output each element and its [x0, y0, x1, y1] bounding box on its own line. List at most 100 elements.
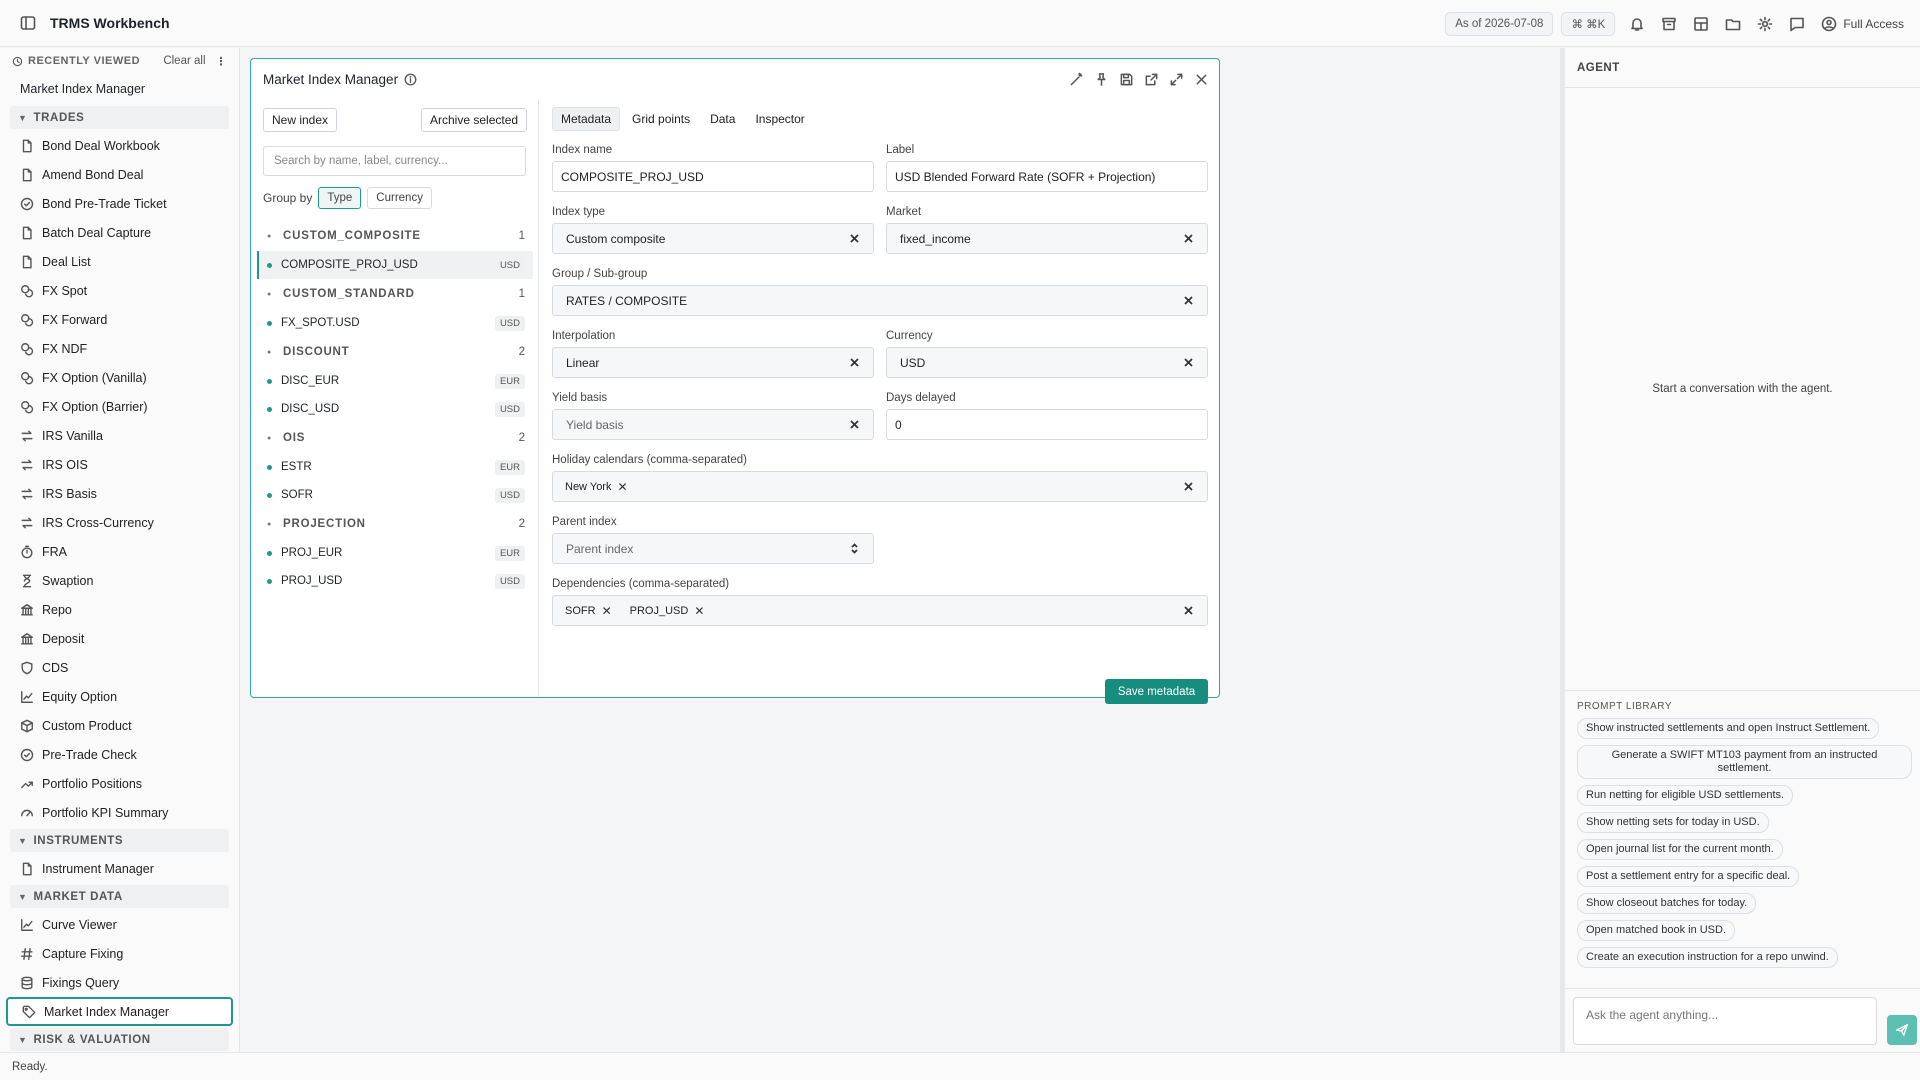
days-delayed-field[interactable]: 0: [886, 409, 1208, 440]
more-options-icon[interactable]: ⋮: [216, 55, 228, 68]
chat-icon[interactable]: [1781, 16, 1813, 32]
tab-inspector[interactable]: Inspector: [747, 107, 812, 131]
sidebar-item-repo[interactable]: Repo: [0, 595, 239, 624]
prompt-chip[interactable]: Show closeout batches for today.: [1577, 893, 1757, 914]
tab-grid-points[interactable]: Grid points: [624, 107, 698, 131]
layout-icon[interactable]: [1685, 16, 1717, 32]
expand-icon[interactable]: [1169, 72, 1184, 87]
sidebar-item-cds[interactable]: CDS: [0, 653, 239, 682]
section-instruments[interactable]: ▼ INSTRUMENTS: [10, 829, 229, 852]
sidebar-item-fra[interactable]: FRA: [0, 537, 239, 566]
index-row[interactable]: DISC_EUR EUR: [257, 367, 533, 395]
parent-index-select[interactable]: Parent index: [552, 533, 874, 564]
sidebar-item-amend-bond-deal[interactable]: Amend Bond Deal: [0, 160, 239, 189]
sidebar-item-batch-deal-capture[interactable]: Batch Deal Capture: [0, 218, 239, 247]
index-group-custom-composite[interactable]: ● CUSTOM_COMPOSITE 1: [257, 221, 533, 251]
index-group-ois[interactable]: ● OIS 2: [257, 423, 533, 453]
label-field[interactable]: USD Blended Forward Rate (SOFR + Project…: [886, 161, 1208, 192]
magic-wand-icon[interactable]: [1069, 72, 1084, 87]
search-input[interactable]: Search by name, label, currency...: [263, 146, 526, 176]
index-row[interactable]: SOFR USD: [257, 481, 533, 509]
sidebar-item-fixings-query[interactable]: Fixings Query: [0, 968, 239, 997]
index-group-projection[interactable]: ● PROJECTION 2: [257, 509, 533, 539]
holiday-calendars-field[interactable]: New York ✕: [552, 471, 1208, 502]
index-row[interactable]: ESTR EUR: [257, 453, 533, 481]
sidebar-item-deal-list[interactable]: Deal List: [0, 247, 239, 276]
index-name-field[interactable]: COMPOSITE_PROJ_USD: [552, 161, 874, 192]
sidebar-item-fx-option-barrier[interactable]: FX Option (Barrier): [0, 392, 239, 421]
sidebar-item-bond-deal-workbook[interactable]: Bond Deal Workbook: [0, 131, 239, 160]
clear-icon[interactable]: [1182, 232, 1195, 245]
index-type-select[interactable]: Custom composite: [552, 223, 874, 254]
index-group-discount[interactable]: ● DISCOUNT 2: [257, 337, 533, 367]
prompt-chip[interactable]: Run netting for eligible USD settlements…: [1577, 785, 1794, 806]
sidebar-item-fx-ndf[interactable]: FX NDF: [0, 334, 239, 363]
clear-icon[interactable]: [1182, 356, 1195, 369]
gear-icon[interactable]: [1749, 16, 1781, 32]
sidebar-item-irs-cross-currency[interactable]: IRS Cross-Currency: [0, 508, 239, 537]
as-of-date-button[interactable]: As of 2026-07-08: [1445, 11, 1554, 36]
archive-selected-button[interactable]: Archive selected: [421, 108, 528, 132]
prompt-chip[interactable]: Open matched book in USD.: [1577, 920, 1736, 941]
section-risk-valuation[interactable]: ▼ RISK & VALUATION: [10, 1028, 229, 1051]
prompt-chip[interactable]: Create an execution instruction for a re…: [1577, 947, 1838, 968]
yield-basis-select[interactable]: Yield basis: [552, 409, 874, 440]
group-by-currency-toggle[interactable]: Currency: [367, 187, 432, 209]
sidebar-item-capture-fixing[interactable]: Capture Fixing: [0, 939, 239, 968]
sidebar-item-market-index-manager[interactable]: Market Index Manager: [6, 997, 233, 1026]
section-market-data[interactable]: ▼ MARKET DATA: [10, 885, 229, 908]
command-palette-button[interactable]: ⌘ ⌘K: [1561, 11, 1616, 36]
close-icon[interactable]: [1194, 72, 1209, 87]
sidebar-toggle-icon[interactable]: [20, 15, 36, 31]
sidebar-item-equity-option[interactable]: Equity Option: [0, 682, 239, 711]
clear-icon[interactable]: [1182, 294, 1195, 307]
sidebar-item-irs-basis[interactable]: IRS Basis: [0, 479, 239, 508]
remove-tag-icon[interactable]: ✕: [617, 480, 627, 494]
bell-icon[interactable]: [1621, 16, 1653, 32]
index-row[interactable]: FX_SPOT.USD USD: [257, 309, 533, 337]
sidebar-item-custom-product[interactable]: Custom Product: [0, 711, 239, 740]
clear-all-button[interactable]: Clear all: [163, 55, 205, 67]
sidebar-item-fx-forward[interactable]: FX Forward: [0, 305, 239, 334]
prompt-chip[interactable]: Open journal list for the current month.: [1577, 839, 1783, 860]
send-button[interactable]: [1887, 1015, 1917, 1045]
save-icon[interactable]: [1119, 72, 1134, 87]
recent-item[interactable]: Market Index Manager: [0, 74, 239, 104]
sidebar-item-irs-ois[interactable]: IRS OIS: [0, 450, 239, 479]
prompt-chip[interactable]: Post a settlement entry for a specific d…: [1577, 866, 1800, 887]
remove-tag-icon[interactable]: ✕: [602, 604, 612, 618]
section-trades[interactable]: ▼ TRADES: [10, 106, 229, 129]
tab-metadata[interactable]: Metadata: [552, 107, 621, 131]
index-row[interactable]: COMPOSITE_PROJ_USD USD: [257, 251, 533, 279]
index-group-custom-standard[interactable]: ● CUSTOM_STANDARD 1: [257, 279, 533, 309]
sidebar-item-deposit[interactable]: Deposit: [0, 624, 239, 653]
remove-tag-icon[interactable]: ✕: [694, 604, 704, 618]
sidebar-item-irs-vanilla[interactable]: IRS Vanilla: [0, 421, 239, 450]
index-row[interactable]: PROJ_EUR EUR: [257, 539, 533, 567]
sidebar-item-fx-spot[interactable]: FX Spot: [0, 276, 239, 305]
access-indicator[interactable]: Full Access: [1821, 16, 1904, 32]
save-metadata-button[interactable]: Save metadata: [1105, 679, 1208, 704]
archive-icon[interactable]: [1653, 16, 1685, 32]
sidebar-item-curve-viewer[interactable]: Curve Viewer: [0, 910, 239, 939]
index-row[interactable]: DISC_USD USD: [257, 395, 533, 423]
new-index-button[interactable]: New index: [263, 108, 338, 132]
group-by-type-toggle[interactable]: Type: [318, 187, 362, 209]
sidebar-item-portfolio-positions[interactable]: Portfolio Positions: [0, 769, 239, 798]
interpolation-select[interactable]: Linear: [552, 347, 874, 378]
sidebar-item-portfolio-kpi-summary[interactable]: Portfolio KPI Summary: [0, 798, 239, 827]
clear-icon[interactable]: [1182, 480, 1195, 493]
prompt-chip[interactable]: Generate a SWIFT MT103 payment from an i…: [1577, 745, 1912, 779]
prompt-chip[interactable]: Show instructed settlements and open Ins…: [1577, 718, 1880, 739]
info-icon[interactable]: [404, 73, 417, 86]
currency-select[interactable]: USD: [886, 347, 1208, 378]
prompt-chip[interactable]: Show netting sets for today in USD.: [1577, 812, 1769, 833]
clear-icon[interactable]: [848, 356, 861, 369]
tab-data[interactable]: Data: [702, 107, 743, 131]
sidebar-item-instrument-manager[interactable]: Instrument Manager: [0, 854, 239, 883]
ask-agent-input[interactable]: Ask the agent anything...: [1573, 997, 1877, 1045]
pin-icon[interactable]: [1094, 72, 1109, 87]
index-row[interactable]: PROJ_USD USD: [257, 567, 533, 595]
sidebar-item-swaption[interactable]: Swaption: [0, 566, 239, 595]
sidebar-item-bond-pre-trade-ticket[interactable]: Bond Pre-Trade Ticket: [0, 189, 239, 218]
